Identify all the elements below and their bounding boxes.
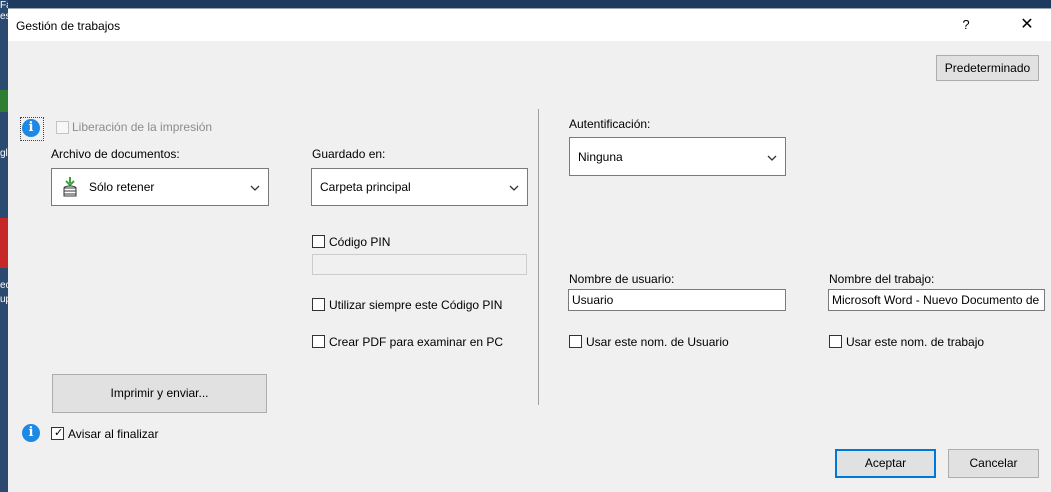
authentication-dropdown[interactable]: Ninguna [569,137,786,176]
jobname-input[interactable]: Microsoft Word - Nuevo Documento de [828,289,1045,311]
document-filing-dropdown[interactable]: Sólo retener [51,168,269,206]
document-filing-value: Sólo retener [89,180,155,194]
authentication-label: Autentificación: [569,117,651,131]
notify-checkbox[interactable]: ✓ [51,427,64,440]
vertical-divider [538,109,539,405]
use-username-label: Usar este nom. de Usuario [586,335,729,349]
username-input[interactable]: Usuario [568,289,786,311]
authentication-value: Ninguna [578,150,623,164]
default-button[interactable]: Predeterminado [936,55,1039,81]
chevron-down-icon [509,182,519,192]
ok-button[interactable]: Aceptar [835,449,936,478]
cancel-button[interactable]: Cancelar [948,449,1039,478]
desktop-text: Fa [0,0,8,11]
create-pdf-checkbox[interactable] [312,335,325,348]
desktop-text: gl [0,148,8,159]
pin-input[interactable] [312,254,527,275]
info-icon[interactable]: i [22,424,40,442]
desktop-icon[interactable] [0,218,8,268]
job-handling-dialog: Gestión de trabajos ? ✕ Predeterminado i… [8,8,1051,492]
always-pin-label: Utilizar siempre este Código PIN [329,298,503,312]
print-send-button[interactable]: Imprimir y enviar... [52,374,267,413]
desktop-icon[interactable] [0,90,8,112]
stored-in-dropdown[interactable]: Carpeta principal [311,168,528,206]
username-label: Nombre de usuario: [569,272,675,286]
chevron-down-icon [767,152,777,162]
create-pdf-label: Crear PDF para examinar en PC [329,335,504,349]
document-filing-label: Archivo de documentos: [51,147,180,161]
help-button[interactable]: ? [956,13,976,37]
desktop-text: ec [0,280,8,291]
notify-label: Avisar al finalizar [68,427,159,441]
title-bar: Gestión de trabajos ? ✕ [8,9,1051,41]
close-button[interactable]: ✕ [1012,13,1042,37]
stored-in-value: Carpeta principal [320,180,411,194]
always-pin-checkbox[interactable] [312,298,325,311]
desktop-background: Fa es gl ec up [0,0,8,492]
chevron-down-icon [250,182,260,192]
stack-download-icon [61,177,79,199]
dialog-title: Gestión de trabajos [16,19,121,33]
jobname-label: Nombre del trabajo: [829,272,935,286]
use-username-checkbox[interactable] [569,335,582,348]
stored-in-label: Guardado en: [312,147,386,161]
use-jobname-checkbox[interactable] [829,335,842,348]
pin-label: Código PIN [329,235,391,249]
desktop-text: up [0,294,8,305]
desktop-text: es [0,11,8,22]
release-checkbox[interactable] [56,121,69,134]
release-label: Liberación de la impresión [72,120,213,134]
pin-checkbox[interactable] [312,235,325,248]
use-jobname-label: Usar este nom. de trabajo [846,335,985,349]
info-icon[interactable]: i [22,119,40,137]
